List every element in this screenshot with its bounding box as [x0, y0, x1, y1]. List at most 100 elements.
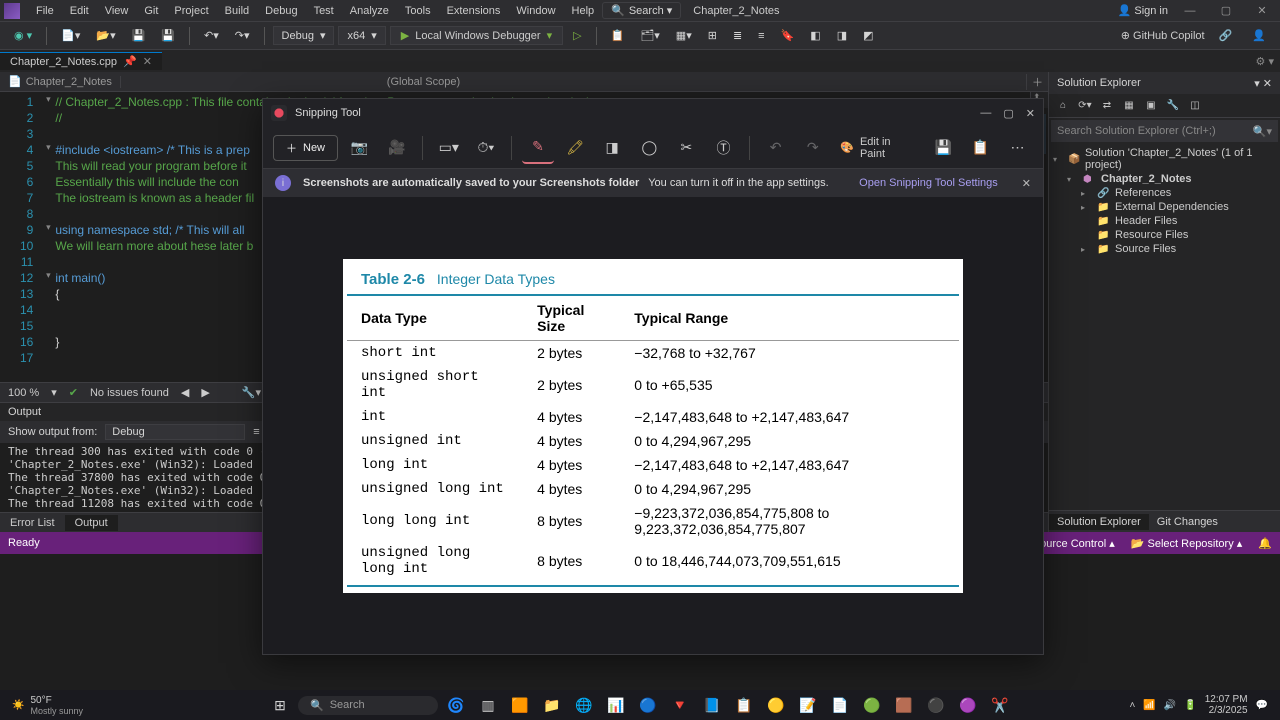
menu-window[interactable]: Window	[508, 3, 563, 19]
app-icon[interactable]: 📝	[794, 691, 822, 719]
tab-solution-explorer[interactable]: Solution Explorer	[1049, 514, 1149, 530]
solexp-search[interactable]: Search Solution Explorer (Ctrl+;) 🔍▾	[1051, 120, 1278, 142]
solution-node[interactable]: Solution 'Chapter_2_Notes' (1 of 1 proje…	[1085, 147, 1276, 171]
preview-icon[interactable]: ◫	[1187, 98, 1203, 114]
snip-minimize-button[interactable]: —	[980, 107, 991, 120]
tree-header-files[interactable]: Header Files	[1115, 215, 1177, 227]
clock[interactable]: 12:07 PM 2/3/2025	[1205, 694, 1248, 716]
close-tab-icon[interactable]: ✕	[143, 55, 152, 68]
task-view-icon[interactable]: ▥	[474, 691, 502, 719]
menubar-search[interactable]: 🔍 Search ▾	[602, 2, 681, 19]
file-explorer-icon[interactable]: 📁	[538, 691, 566, 719]
new-item-button[interactable]: 📄▾	[55, 27, 86, 44]
snip-shapes-icon[interactable]: ◯	[634, 132, 665, 164]
snip-redo-icon[interactable]: ↷	[797, 132, 828, 164]
notifications-icon[interactable]: 💬	[1256, 700, 1268, 711]
copilot-button[interactable]: ⊕ GitHub Copilot	[1121, 29, 1205, 42]
toolbar-icon[interactable]: ≣	[727, 27, 748, 44]
snip-camera-icon[interactable]: 📷	[344, 132, 375, 164]
signin-link[interactable]: 👤 Sign in	[1118, 4, 1168, 17]
menu-project[interactable]: Project	[166, 3, 216, 19]
menu-view[interactable]: View	[97, 3, 137, 19]
snip-pen-icon[interactable]: ✎	[522, 132, 553, 164]
menu-tools[interactable]: Tools	[397, 3, 439, 19]
snip-copy-icon[interactable]: 📋	[965, 132, 996, 164]
redo-button[interactable]: ↷▾	[229, 27, 256, 44]
app-icon[interactable]: 📄	[826, 691, 854, 719]
toolbar-icon[interactable]: ▦▾	[670, 27, 698, 44]
tab-overflow-icon[interactable]: ⚙ ▾	[1250, 55, 1280, 68]
edge-icon[interactable]: 🌐	[570, 691, 598, 719]
pin-icon[interactable]: 📌	[123, 55, 137, 68]
wifi-icon[interactable]: 📶	[1143, 700, 1155, 711]
new-vertical-tab-icon[interactable]: ＋	[1026, 74, 1048, 90]
start-debugging-button[interactable]: ▶ Local Windows Debugger ▾	[390, 26, 563, 45]
app-icon[interactable]: ⚫	[922, 691, 950, 719]
fold-gutter[interactable]: ▾▾▾▾	[41, 92, 55, 382]
solution-tree[interactable]: ▾📦Solution 'Chapter_2_Notes' (1 of 1 pro…	[1049, 144, 1280, 510]
file-scope-dropdown[interactable]: 📄 Chapter_2_Notes	[0, 75, 120, 88]
app-icon[interactable]: 📋	[730, 691, 758, 719]
tree-source-files[interactable]: Source Files	[1115, 243, 1176, 255]
app-icon[interactable]: 🟧	[506, 691, 534, 719]
issues-status[interactable]: No issues found	[90, 387, 169, 399]
nav-prev-icon[interactable]: ◀	[181, 386, 189, 399]
app-icon[interactable]: 📘	[698, 691, 726, 719]
home-icon[interactable]: ⌂	[1055, 98, 1071, 114]
sync-icon[interactable]: ⇄	[1099, 98, 1115, 114]
app-icon[interactable]: 🟡	[762, 691, 790, 719]
save-button[interactable]: 💾	[126, 27, 152, 44]
snipping-tool-taskbar-icon[interactable]: ✂️	[986, 691, 1014, 719]
close-info-icon[interactable]: ✕	[1022, 177, 1031, 190]
menu-build[interactable]: Build	[217, 3, 257, 19]
system-tray[interactable]: ˄ 📶 🔊 🔋 12:07 PM 2/3/2025 💬	[1118, 694, 1280, 716]
solexp-options-icon[interactable]: ▾ ✕	[1254, 77, 1272, 90]
tab-error-list[interactable]: Error List	[0, 515, 65, 531]
chevron-up-icon[interactable]: ˄	[1130, 700, 1136, 711]
volume-icon[interactable]: 🔊	[1164, 700, 1176, 711]
toolbar-icon[interactable]: 📋	[605, 27, 631, 44]
snip-highlighter-icon[interactable]: 🖍	[560, 132, 591, 164]
undo-button[interactable]: ↶▾	[198, 27, 225, 44]
open-settings-link[interactable]: Open Snipping Tool Settings	[859, 177, 998, 189]
edit-in-paint-button[interactable]: 🎨 Edit in Paint	[834, 136, 922, 160]
snip-rect-mode-icon[interactable]: ▭▾	[433, 132, 464, 164]
menu-file[interactable]: File	[28, 3, 62, 19]
snip-text-extract-icon[interactable]: Ⓣ	[708, 132, 739, 164]
output-source-dropdown[interactable]: Debug	[105, 424, 245, 440]
toolbar-icon[interactable]: ◩	[857, 27, 879, 44]
app-icon[interactable]: 🟫	[890, 691, 918, 719]
menu-debug[interactable]: Debug	[257, 3, 305, 19]
visual-studio-icon[interactable]: 🟣	[954, 691, 982, 719]
tab-output[interactable]: Output	[65, 515, 118, 531]
copilot-taskbar-icon[interactable]: 🌀	[442, 691, 470, 719]
maximize-button[interactable]: ▢	[1212, 4, 1240, 17]
snip-new-button[interactable]: ＋ New	[273, 135, 338, 161]
snip-canvas[interactable]: Table 2-6 Integer Data Types Data Type T…	[263, 197, 1043, 654]
toolbar-icon[interactable]: 🗂▾	[634, 27, 666, 44]
toolbar-icon[interactable]: ◧	[804, 27, 826, 44]
start-button[interactable]: ⊞	[266, 691, 294, 719]
spotify-icon[interactable]: 🟢	[858, 691, 886, 719]
snip-close-button[interactable]: ✕	[1026, 107, 1035, 120]
select-repository[interactable]: 📂 Select Repository ▴	[1131, 537, 1243, 550]
tab-git-changes[interactable]: Git Changes	[1149, 514, 1226, 530]
tools-icon[interactable]: 🔧▾	[242, 386, 261, 399]
app-icon[interactable]: 🔻	[666, 691, 694, 719]
snip-save-icon[interactable]: 💾	[928, 132, 959, 164]
nav-next-icon[interactable]: ▶	[201, 386, 209, 399]
refresh-icon[interactable]: ⟳▾	[1077, 98, 1093, 114]
global-scope-dropdown[interactable]: (Global Scope)	[120, 76, 726, 88]
config-dropdown[interactable]: Debug▾	[273, 26, 335, 45]
taskbar-search[interactable]: 🔍 Search	[298, 696, 438, 715]
menu-help[interactable]: Help	[564, 3, 603, 19]
toolbar-icon[interactable]: ⊞	[702, 27, 723, 44]
save-all-button[interactable]: 💾	[155, 27, 181, 44]
notifications-icon[interactable]: 🔔	[1258, 537, 1272, 550]
snip-record-icon[interactable]: 🎥	[381, 132, 412, 164]
battery-icon[interactable]: 🔋	[1184, 700, 1196, 711]
snip-more-icon[interactable]: ⋯	[1002, 132, 1033, 164]
start-without-debugging-button[interactable]: ▷	[567, 27, 587, 44]
menu-edit[interactable]: Edit	[62, 3, 97, 19]
toolbar-icon[interactable]: 🔖	[775, 27, 801, 44]
